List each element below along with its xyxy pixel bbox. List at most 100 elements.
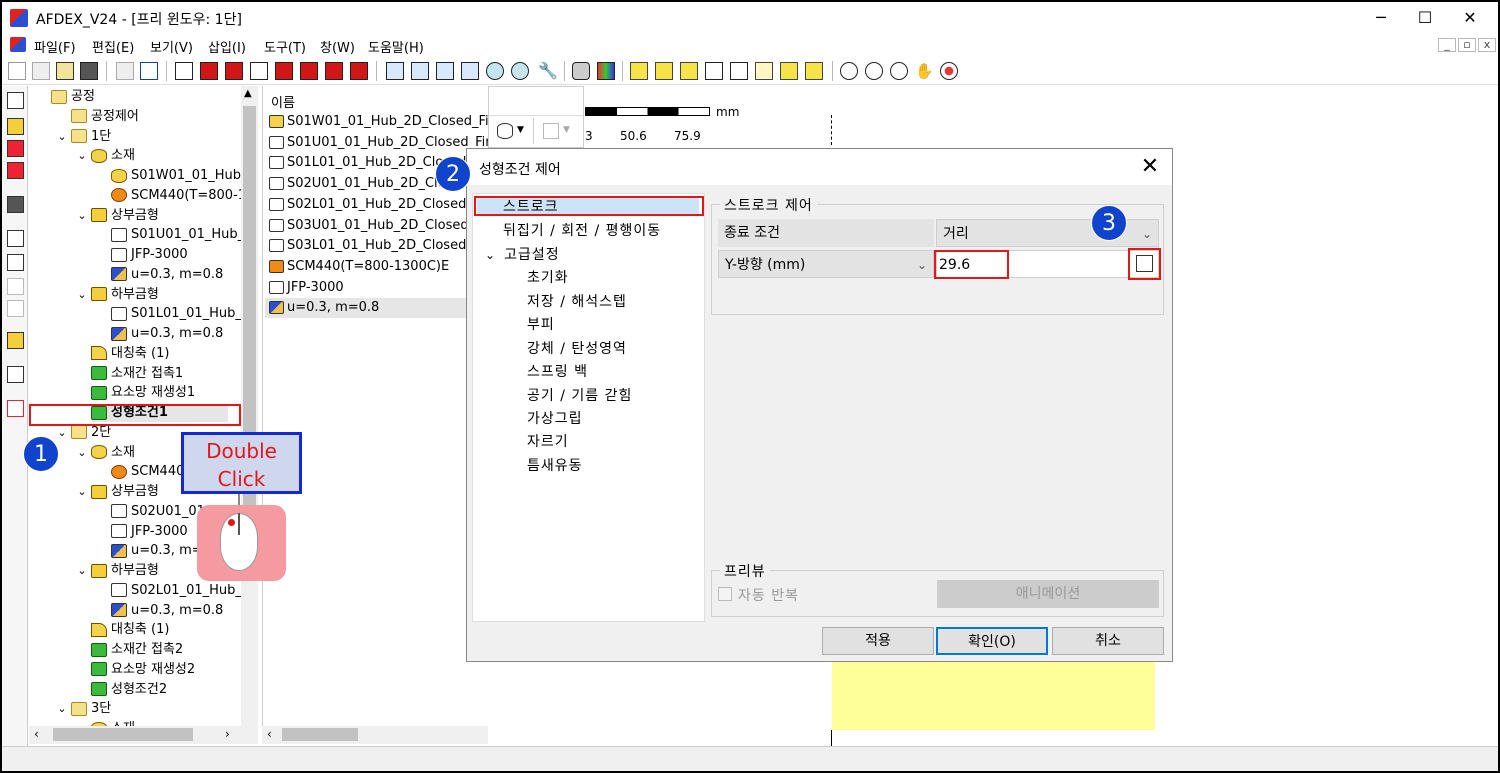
tree-item[interactable]: JFP-3000 xyxy=(111,523,188,541)
tree-horizontal-scrollbar[interactable]: ‹ › xyxy=(29,726,258,744)
tree-item[interactable]: SCM440(T=800-130 xyxy=(111,187,258,205)
rotate-y-icon[interactable] xyxy=(411,62,429,80)
menu-view[interactable]: 보기(V) xyxy=(150,37,193,56)
direction-select[interactable]: Y-방향 (mm) ⌄ xyxy=(718,250,934,278)
left-view-icon[interactable] xyxy=(250,62,268,80)
spin-reverse-icon[interactable] xyxy=(511,62,529,80)
chevron-down-icon[interactable]: ⌄ xyxy=(75,444,89,462)
tree-item[interactable]: ⌄ 상부금형 xyxy=(75,483,158,501)
dialog-tree-item[interactable]: 가상그립 xyxy=(527,408,583,428)
menu-window[interactable]: 창(W) xyxy=(320,37,355,56)
tree-vertical-scrollbar[interactable]: ▲ xyxy=(241,86,258,744)
shade-mesh-icon[interactable] xyxy=(680,62,698,80)
menu-file[interactable]: 파일(F) xyxy=(34,37,76,56)
dialog-tree-item[interactable]: 저장 / 해석스텝 xyxy=(527,291,627,311)
shade-icon[interactable] xyxy=(630,62,648,80)
open-icon[interactable] xyxy=(32,62,50,80)
transparent-icon[interactable] xyxy=(755,62,773,80)
dialog-tree-item[interactable]: ⌄ 고급설정 xyxy=(485,244,560,264)
menu-help[interactable]: 도움말(H) xyxy=(368,37,424,56)
dialog-close-button[interactable]: ✕ xyxy=(1135,153,1165,181)
wrench-icon[interactable]: 🔧 xyxy=(538,62,558,80)
list-item[interactable]: u=0.3, m=0.8 xyxy=(265,298,485,319)
list-item[interactable]: S02L01_01_Hub_2D_Closed_Final xyxy=(269,195,488,215)
list-item[interactable]: JFP-3000 xyxy=(269,278,344,298)
camera-icon[interactable] xyxy=(572,62,590,80)
dialog-tree-item[interactable]: 초기화 xyxy=(527,267,569,287)
mdi-close-icon[interactable]: x xyxy=(1478,38,1496,52)
chart-icon[interactable] xyxy=(7,332,24,349)
chevron-down-icon[interactable]: ⌄ xyxy=(55,424,69,442)
rotate-z-icon[interactable] xyxy=(436,62,454,80)
dropdown-arrow-icon[interactable]: ▼ xyxy=(517,125,524,135)
section-view-icon[interactable] xyxy=(805,62,823,80)
list-item[interactable]: S03L01_01_Hub_2D_Closed_Final xyxy=(269,236,488,256)
menu-edit[interactable]: 편집(E) xyxy=(92,37,134,56)
tree-item[interactable]: S02L01_01_Hub_2D xyxy=(111,582,258,600)
chevron-down-icon[interactable]: ⌄ xyxy=(55,128,69,146)
menu-insert[interactable]: 삽입(I) xyxy=(208,37,246,56)
forward-icon[interactable] xyxy=(140,62,158,80)
rotate-icon[interactable] xyxy=(461,62,479,80)
tree-item[interactable]: 공정제어 xyxy=(71,108,139,126)
tree-item[interactable]: ⌄ 소재 xyxy=(75,444,135,462)
pan-hand-icon[interactable]: ✋ xyxy=(915,62,934,80)
tree-item[interactable]: ⌄ 2단 xyxy=(55,424,111,442)
tree-item[interactable]: u=0.3, m=0.8 xyxy=(111,325,223,343)
tree-view-icon[interactable] xyxy=(7,92,24,109)
tree-item[interactable]: ⌄ 1단 xyxy=(55,128,111,146)
scroll-left-icon[interactable]: ‹ xyxy=(267,727,272,741)
bottom-view-icon[interactable] xyxy=(325,62,343,80)
chevron-down-icon[interactable]: ⌄ xyxy=(75,286,89,304)
iso-view-icon[interactable] xyxy=(350,62,368,80)
list-item[interactable]: S01U01_01_Hub_2D_Closed_Final xyxy=(269,133,488,153)
list-item[interactable]: S03U01_01_Hub_2D_Closed_Final xyxy=(269,216,488,236)
minimize-button[interactable]: ─ xyxy=(1359,6,1403,30)
tree-item[interactable]: ⌄ 하부금형 xyxy=(75,286,158,304)
tree-item[interactable]: 요소망 재생성2 xyxy=(91,661,195,679)
tree-item[interactable]: ⌄ 3단 xyxy=(55,700,111,718)
dialog-tree-item[interactable]: 틈새유동 xyxy=(527,455,583,475)
right-view-icon[interactable] xyxy=(275,62,293,80)
tree-item[interactable]: S01L01_01_Hub_2D xyxy=(111,305,258,323)
tree-item[interactable]: 요소망 재생성1 xyxy=(91,384,195,402)
cancel-button[interactable]: 취소 xyxy=(1052,627,1164,655)
probe-icon[interactable] xyxy=(7,366,24,383)
mdi-minimize-icon[interactable]: _ xyxy=(1438,38,1456,52)
dialog-tree-item[interactable]: 부피 xyxy=(527,314,555,334)
chevron-down-icon[interactable]: ⌄ xyxy=(485,248,496,262)
dialog-tree-item[interactable]: 공기 / 기름 갇힘 xyxy=(527,385,632,405)
dialog-tree-item[interactable]: 스프링 백 xyxy=(527,361,588,381)
tree-item[interactable]: 대칭축 (1) xyxy=(91,621,169,639)
list-hscroll-thumb[interactable] xyxy=(282,728,358,741)
open-folder-icon[interactable] xyxy=(56,62,74,80)
tree-item[interactable]: u=0.3, m=0.8 xyxy=(111,266,223,284)
refresh-view-icon[interactable] xyxy=(780,62,798,80)
menu-tools[interactable]: 도구(T) xyxy=(264,37,306,56)
animation-button[interactable]: 애니메이션 xyxy=(937,580,1159,608)
tree-item[interactable]: ⌄ 상부금형 xyxy=(75,207,158,225)
back-icon[interactable] xyxy=(116,62,134,80)
align-icon[interactable] xyxy=(7,230,24,247)
monitor-icon[interactable] xyxy=(7,162,24,179)
list-header-name[interactable]: 이름 xyxy=(271,92,295,111)
zoom-in-icon[interactable] xyxy=(865,62,883,80)
tree-item[interactable]: 대칭축 (1) xyxy=(91,345,169,363)
process-icon[interactable] xyxy=(7,118,24,135)
shade-edge-icon[interactable] xyxy=(655,62,673,80)
fit-view-icon[interactable] xyxy=(940,62,958,80)
mdi-restore-icon[interactable]: ▫ xyxy=(1458,38,1476,52)
billet-filter-icon[interactable] xyxy=(497,123,513,139)
tree-hscroll-thumb[interactable] xyxy=(53,728,193,741)
tree-item[interactable]: 성형조건2 xyxy=(91,681,167,699)
spin-icon[interactable] xyxy=(486,62,504,80)
list-horizontal-scrollbar[interactable]: ‹ xyxy=(262,726,488,744)
tree-item[interactable]: ⌄ 소재 xyxy=(75,147,135,165)
dialog-tree-item[interactable]: 자르기 xyxy=(527,431,569,451)
back-view-icon[interactable] xyxy=(225,62,243,80)
close-button[interactable]: ✕ xyxy=(1448,6,1492,30)
maximize-button[interactable]: ☐ xyxy=(1403,6,1447,30)
cube-view-icon[interactable] xyxy=(175,62,193,80)
scroll-left-icon[interactable]: ‹ xyxy=(34,727,39,741)
mesh-icon[interactable] xyxy=(730,62,748,80)
